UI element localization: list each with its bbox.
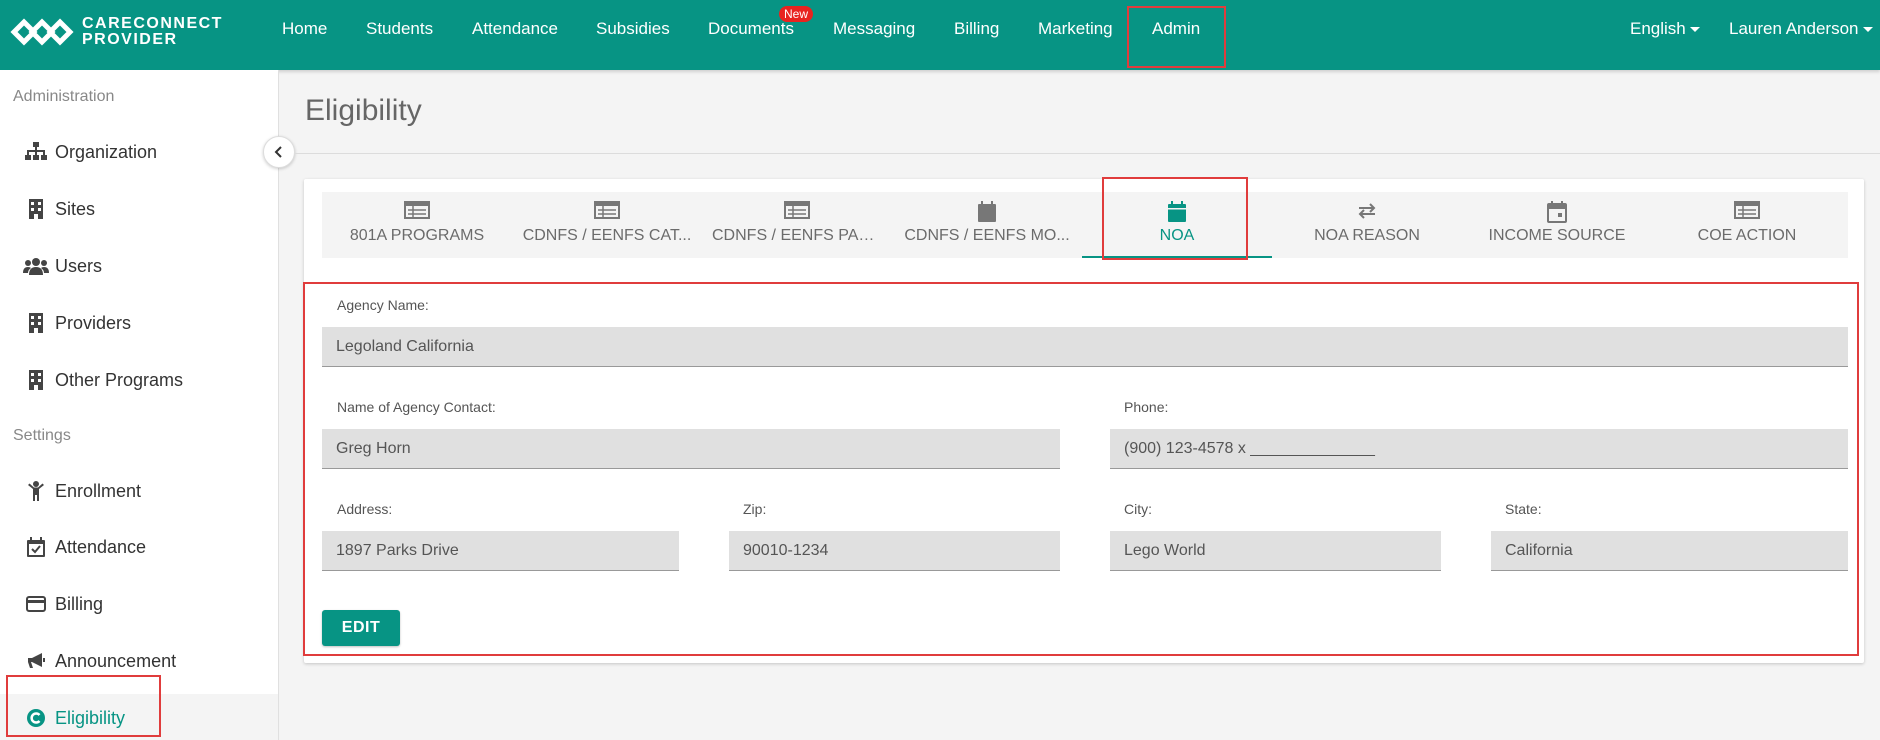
tab-cdnfs-eenfs-cat[interactable]: CDNFS / EENFS CAT...	[512, 192, 702, 258]
sidebar-item-announcement[interactable]: Announcement	[0, 637, 278, 685]
phone-label: Phone:	[1124, 399, 1169, 415]
page-title: Eligibility	[305, 94, 422, 127]
tab-cdnfs-eenfs-par[interactable]: CDNFS / EENFS PAR...	[702, 192, 892, 258]
sidebar-item-label: Other Programs	[55, 369, 184, 390]
tab-label: CDNFS / EENFS CAT...	[522, 227, 692, 244]
sidebar-item-providers[interactable]: Providers	[0, 299, 278, 347]
tab-label: CDNFS / EENFS PAR...	[712, 227, 882, 244]
building-icon	[23, 312, 49, 334]
tab-label: CDNFS / EENFS MO...	[904, 227, 1070, 244]
phone-field[interactable]	[1110, 429, 1848, 469]
sidebar-item-label: Announcement	[55, 650, 177, 671]
sidebar-item-label: Providers	[55, 312, 132, 333]
language-label: English	[1630, 19, 1686, 38]
tab-noa-reason[interactable]: NOA REASON	[1272, 192, 1462, 258]
table-icon	[512, 201, 702, 223]
sidebar-item-label: Attendance	[55, 536, 147, 557]
new-badge: New	[779, 6, 814, 22]
agency-contact-label: Name of Agency Contact:	[337, 399, 496, 415]
city-label: City:	[1124, 501, 1152, 517]
bullhorn-icon	[23, 650, 49, 672]
credit-card-icon	[23, 593, 49, 615]
sidebar-heading-administration: Administration	[13, 88, 115, 105]
nav-billing[interactable]: Billing	[954, 0, 999, 58]
tab-label: NOA	[1159, 227, 1195, 244]
table-icon	[1652, 201, 1842, 223]
sidebar-item-sites[interactable]: Sites	[0, 185, 278, 233]
nav-subsidies[interactable]: Subsidies	[596, 0, 670, 58]
calendar-icon	[1462, 201, 1652, 223]
sidebar-item-attendance[interactable]: Attendance	[0, 523, 278, 571]
language-dropdown[interactable]: English	[1630, 0, 1700, 58]
sidebar: Administration Organization Sites Users …	[0, 70, 279, 740]
agency-name-label: Agency Name:	[337, 297, 429, 313]
zip-label: Zip:	[743, 501, 767, 517]
sidebar-heading-settings: Settings	[13, 427, 71, 444]
sidebar-item-eligibility[interactable]: Eligibility	[0, 694, 278, 740]
calendar-icon	[892, 201, 1082, 223]
tab-label: NOA REASON	[1314, 227, 1420, 244]
address-field[interactable]	[322, 531, 679, 571]
state-field[interactable]	[1491, 531, 1848, 571]
exchange-icon	[1272, 201, 1462, 223]
user-name: Lauren Anderson	[1729, 19, 1859, 38]
nav-attendance[interactable]: Attendance	[472, 0, 558, 58]
caret-down-icon	[1862, 27, 1873, 33]
edit-button[interactable]: EDIT	[322, 610, 400, 646]
nav-home[interactable]: Home	[282, 0, 327, 58]
tab-801a-programs[interactable]: 801A PROGRAMS	[322, 192, 512, 258]
sidebar-item-label: Enrollment	[55, 480, 142, 501]
eligibility-tabs: 801A PROGRAMS CDNFS / EENFS CAT... CDNFS…	[322, 192, 1848, 258]
nav-messaging[interactable]: Messaging	[833, 0, 915, 58]
sidebar-item-label: Sites	[55, 198, 96, 219]
chevron-left-icon	[274, 146, 282, 158]
tab-cdnfs-eenfs-mo[interactable]: CDNFS / EENFS MO...	[892, 192, 1082, 258]
building-icon	[23, 198, 49, 220]
brand-logo[interactable]: CARECONNECT PROVIDER	[10, 16, 223, 48]
sidebar-item-label: Organization	[55, 141, 158, 162]
top-navbar: CARECONNECT PROVIDER Home Students Atten…	[0, 0, 1880, 70]
sidebar-item-label: Users	[55, 255, 103, 276]
tab-noa[interactable]: NOA	[1082, 192, 1272, 258]
city-field[interactable]	[1110, 531, 1441, 571]
state-label: State:	[1505, 501, 1542, 517]
table-icon	[702, 201, 892, 223]
zip-field[interactable]	[729, 531, 1060, 571]
tab-label: INCOME SOURCE	[1488, 227, 1626, 244]
sitemap-icon	[23, 141, 49, 163]
calendar-icon	[1082, 201, 1272, 223]
nav-students[interactable]: Students	[366, 0, 433, 58]
tab-label: COE ACTION	[1697, 227, 1797, 244]
tab-coe-action[interactable]: COE ACTION	[1652, 192, 1842, 258]
sidebar-item-label: Billing	[55, 593, 104, 614]
table-icon	[322, 201, 512, 223]
title-divider	[295, 153, 1880, 154]
sidebar-item-users[interactable]: Users	[0, 242, 278, 290]
sidebar-item-enrollment[interactable]: Enrollment	[0, 467, 278, 515]
eligibility-c-icon	[23, 707, 49, 729]
calendar-check-icon	[23, 536, 49, 558]
sidebar-collapse-button[interactable]	[263, 136, 295, 168]
sidebar-item-other-programs[interactable]: Other Programs	[0, 356, 278, 404]
address-label: Address:	[337, 501, 393, 517]
nav-admin[interactable]: Admin	[1152, 0, 1200, 58]
user-menu-dropdown[interactable]: Lauren Anderson	[1729, 0, 1873, 58]
caret-down-icon	[1689, 27, 1700, 33]
careconnect-logo-icon	[10, 18, 74, 46]
tab-income-source[interactable]: INCOME SOURCE	[1462, 192, 1652, 258]
sidebar-item-organization[interactable]: Organization	[0, 128, 278, 176]
building-icon	[23, 369, 49, 391]
child-icon	[23, 480, 49, 502]
tab-label: 801A PROGRAMS	[349, 227, 485, 244]
sidebar-item-label: Eligibility	[55, 707, 126, 728]
brand-line1: CARECONNECT	[82, 15, 223, 32]
active-tab-indicator	[1082, 256, 1272, 258]
agency-name-field[interactable]	[322, 327, 1848, 367]
brand-line2: PROVIDER	[82, 31, 178, 48]
nav-marketing[interactable]: Marketing	[1038, 0, 1113, 58]
agency-contact-field[interactable]	[322, 429, 1060, 469]
sidebar-item-billing[interactable]: Billing	[0, 580, 278, 628]
users-icon	[23, 255, 49, 277]
